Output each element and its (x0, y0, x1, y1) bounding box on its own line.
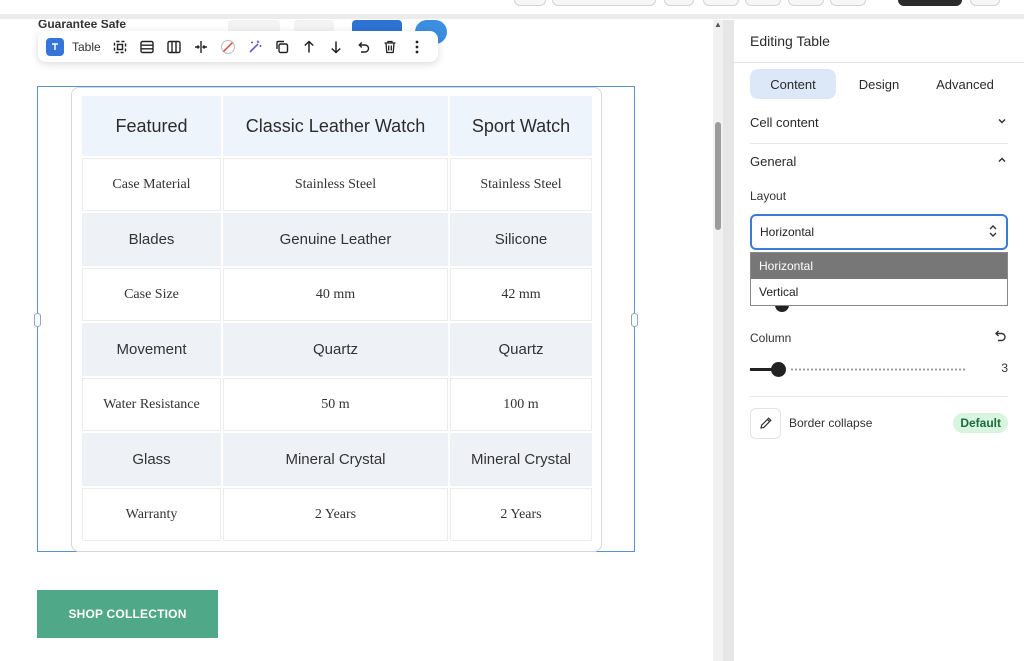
reset-icon[interactable] (992, 327, 1008, 348)
delete-icon[interactable] (377, 35, 404, 59)
top-toolbar-button[interactable] (552, 0, 656, 6)
chevron-down-icon (996, 115, 1008, 130)
table-row: Blades Genuine Leather Silicone (82, 213, 592, 266)
table-cell[interactable]: Quartz (450, 323, 592, 376)
scrollbar-thumb[interactable] (715, 122, 721, 230)
table-block-icon[interactable] (46, 37, 64, 56)
table-cell[interactable]: Genuine Leather (223, 213, 448, 266)
layout-label: Layout (750, 189, 787, 203)
resize-handle-right[interactable] (631, 313, 638, 327)
tab-advanced[interactable]: Advanced (922, 69, 1008, 99)
table-cell[interactable]: 50 m (223, 378, 448, 431)
table-row: Movement Quartz Quartz (82, 323, 592, 376)
settings-panel: Editing Table Content Design Advanced Ce… (734, 20, 1024, 661)
undo-icon[interactable] (350, 35, 377, 59)
table-cell[interactable]: Stainless Steel (223, 158, 448, 211)
layout-select[interactable]: Horizontal (750, 214, 1008, 250)
table-cell[interactable]: Warranty (82, 488, 221, 541)
split-cells-icon[interactable] (188, 35, 215, 59)
table-cell[interactable]: Stainless Steel (450, 158, 592, 211)
table-row: Warranty 2 Years 2 Years (82, 488, 592, 541)
header-cell[interactable]: Classic Leather Watch (223, 96, 448, 156)
panel-divider (723, 20, 734, 661)
table-rows-icon[interactable] (134, 35, 161, 59)
duplicate-icon[interactable] (269, 35, 296, 59)
top-toolbar-button[interactable] (745, 0, 781, 6)
column-value: 3 (1001, 361, 1008, 375)
magic-wand-icon[interactable] (242, 35, 269, 59)
table-cell[interactable]: 2 Years (450, 488, 592, 541)
top-toolbar-button[interactable] (788, 0, 824, 6)
cell-content-section-header[interactable]: Cell content (750, 115, 1008, 130)
select-parent-icon[interactable] (107, 35, 134, 59)
column-row: Column (750, 327, 1008, 348)
table-header-row: Featured Classic Leather Watch Sport Wat… (82, 96, 592, 156)
table-cell[interactable]: Movement (82, 323, 221, 376)
table-cell[interactable]: Quartz (223, 323, 448, 376)
tab-content[interactable]: Content (750, 69, 836, 99)
border-collapse-row[interactable]: Border collapse Default (750, 407, 1008, 439)
table-cell[interactable]: Mineral Crystal (450, 433, 592, 486)
comparison-table: Featured Classic Leather Watch Sport Wat… (80, 94, 594, 543)
top-toolbar-button[interactable] (970, 0, 1000, 6)
scroll-up-arrow-icon[interactable]: ▲ (714, 20, 722, 29)
top-toolbar-button[interactable] (830, 0, 866, 6)
chevron-up-icon (996, 154, 1008, 169)
table-row: Water Resistance 50 m 100 m (82, 378, 592, 431)
top-toolbar-button[interactable] (514, 0, 546, 6)
table-columns-icon[interactable] (161, 35, 188, 59)
table-cell[interactable]: Mineral Crystal (223, 433, 448, 486)
resize-handle-left[interactable] (34, 313, 41, 327)
layout-option-horizontal[interactable]: Horizontal (751, 253, 1007, 279)
table-cell[interactable]: 40 mm (223, 268, 448, 321)
table-cell[interactable]: Glass (82, 433, 221, 486)
column-label: Column (750, 330, 792, 345)
guarantee-safe-text: Guarantee Safe (38, 20, 127, 31)
canvas-scrollbar[interactable] (713, 20, 723, 661)
table-cell[interactable]: 2 Years (223, 488, 448, 541)
table-cell[interactable]: Blades (82, 213, 221, 266)
table-cell[interactable]: Silicone (450, 213, 592, 266)
shop-collection-button[interactable]: SHOP COLLECTION (37, 590, 218, 638)
pencil-icon[interactable] (750, 407, 781, 439)
header-cell[interactable]: Sport Watch (450, 96, 592, 156)
more-icon[interactable] (404, 35, 431, 59)
top-toolbar-button[interactable] (664, 0, 694, 6)
header-cell[interactable]: Featured (82, 96, 221, 156)
general-section-header[interactable]: General (750, 154, 1008, 169)
column-slider[interactable]: 3 (750, 361, 1008, 377)
layout-dropdown-list: Horizontal Vertical (750, 252, 1008, 306)
panel-title: Editing Table (750, 33, 830, 49)
table-row: Case Size 40 mm 42 mm (82, 268, 592, 321)
table-cell[interactable]: 100 m (450, 378, 592, 431)
border-collapse-label: Border collapse (789, 416, 873, 430)
move-up-icon[interactable] (296, 35, 323, 59)
default-badge: Default (953, 413, 1008, 433)
publish-button[interactable] (898, 0, 962, 6)
table-cell[interactable]: Water Resistance (82, 378, 221, 431)
cell-content-label: Cell content (750, 115, 819, 130)
table-row: Case Material Stainless Steel Stainless … (82, 158, 592, 211)
layout-select-value: Horizontal (760, 225, 815, 239)
table-cell[interactable]: 42 mm (450, 268, 592, 321)
table-block[interactable]: Featured Classic Leather Watch Sport Wat… (34, 86, 638, 552)
column-slider-knob[interactable] (771, 362, 786, 377)
tab-design[interactable]: Design (836, 69, 922, 99)
no-color-icon[interactable] (215, 35, 242, 59)
block-toolbar: Table (38, 31, 438, 62)
general-label: General (750, 154, 797, 169)
top-toolbar-button[interactable] (703, 0, 739, 6)
top-bar (0, 0, 1024, 20)
table-row: Glass Mineral Crystal Mineral Crystal (82, 433, 592, 486)
table-cell[interactable]: Case Material (82, 158, 221, 211)
table-cell[interactable]: Case Size (82, 268, 221, 321)
toolbar-block-label: Table (72, 39, 101, 54)
layout-option-vertical[interactable]: Vertical (751, 279, 1007, 305)
editor-canvas: Guarantee Safe Table Featured Classic Le… (0, 20, 713, 661)
panel-tabs: Content Design Advanced (750, 69, 1008, 99)
move-down-icon[interactable] (323, 35, 350, 59)
select-arrows-icon (988, 224, 998, 241)
